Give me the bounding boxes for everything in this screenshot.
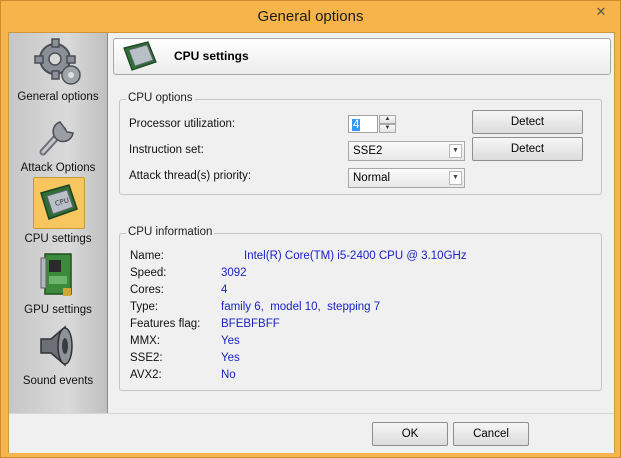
info-value-features-flag: BFEBFBFF — [221, 318, 280, 330]
spin-down-button[interactable]: ▼ — [379, 124, 396, 133]
cpu-information-group: CPU information Name: Intel(R) Core(TM) … — [119, 226, 602, 391]
sidebar-item-cpu-settings[interactable]: CPU CPU settings — [9, 177, 107, 248]
sidebar-item-sound-events[interactable]: Sound events — [9, 319, 107, 390]
cpu-icon — [123, 41, 157, 71]
close-button[interactable]: ✕ — [584, 2, 618, 22]
section-header: CPU settings — [113, 38, 611, 75]
title-bar[interactable]: General options ✕ — [1, 1, 620, 32]
info-label-type: Type: — [130, 301, 159, 313]
info-value-cores: 4 — [221, 284, 228, 296]
info-value-mmx: Yes — [221, 335, 240, 347]
info-value-type: family 6, model 10, stepping 7 — [221, 301, 381, 313]
sidebar-item-general-options[interactable]: General options — [9, 35, 107, 106]
wrench-icon — [39, 121, 74, 156]
sidebar-item-label: Sound events — [22, 375, 94, 387]
info-label-features-flag: Features flag: — [130, 318, 201, 330]
info-label-cores: Cores: — [130, 284, 164, 296]
detect-instruction-set-button[interactable]: Detect — [472, 137, 583, 161]
info-value-name: Intel(R) Core(TM) i5-2400 CPU @ 3.10GHz — [244, 250, 467, 262]
cpu-icon: CPU — [40, 184, 78, 220]
sidebar-item-label: Attack Options — [20, 162, 96, 174]
thread-priority-value: Normal — [353, 172, 391, 184]
info-label-speed: Speed: — [130, 267, 167, 279]
options-window: General options ✕ General options Attack… — [0, 0, 621, 458]
cpu-options-group: CPU options Processor utilization: 4 ▲ ▼… — [119, 92, 602, 195]
ok-button[interactable]: OK — [372, 422, 448, 446]
cancel-button[interactable]: Cancel — [453, 422, 529, 446]
sidebar-item-label: CPU settings — [24, 233, 92, 245]
group-legend: CPU information — [126, 226, 215, 238]
gpu-card-icon — [40, 253, 72, 296]
processor-utilization-value: 4 — [352, 119, 361, 131]
processor-utilization-label: Processor utilization: — [129, 118, 236, 130]
sidebar-item-attack-options[interactable]: Attack Options — [9, 106, 107, 177]
speaker-icon — [40, 325, 73, 367]
processor-utilization-stepper[interactable]: ▲ ▼ — [379, 115, 396, 133]
info-label-name: Name: — [130, 250, 164, 262]
info-value-avx2: No — [221, 369, 236, 381]
thread-priority-select[interactable]: Normal ▼ — [348, 168, 465, 188]
info-value-sse2: Yes — [221, 352, 240, 364]
sidebar-item-label: GPU settings — [24, 304, 92, 316]
instruction-set-value: SSE2 — [353, 145, 383, 157]
thread-priority-label: Attack thread(s) priority: — [129, 170, 252, 182]
chevron-down-icon: ▼ — [449, 144, 462, 158]
dialog-client-area: General options Attack Options CPU CPU s… — [8, 32, 615, 453]
sidebar: General options Attack Options CPU CPU s… — [9, 33, 108, 413]
info-label-avx2: AVX2: — [130, 369, 162, 381]
group-legend: CPU options — [126, 92, 195, 104]
instruction-set-label: Instruction set: — [129, 144, 204, 156]
info-value-speed: 3092 — [221, 267, 247, 279]
instruction-set-select[interactable]: SSE2 ▼ — [348, 141, 465, 161]
info-label-mmx: MMX: — [130, 335, 161, 347]
info-label-sse2: SSE2: — [130, 352, 163, 364]
dialog-footer: OK Cancel — [9, 413, 614, 453]
chevron-down-icon: ▼ — [449, 171, 462, 185]
section-title: CPU settings — [174, 49, 249, 63]
sidebar-item-gpu-settings[interactable]: GPU settings — [9, 248, 107, 319]
sidebar-item-label: General options — [17, 91, 99, 103]
spin-up-button[interactable]: ▲ — [379, 115, 396, 124]
processor-utilization-input[interactable]: 4 — [348, 115, 378, 133]
gear-icon — [34, 38, 81, 85]
window-title: General options — [257, 8, 364, 25]
detect-utilization-button[interactable]: Detect — [472, 110, 583, 134]
content-panel: CPU settings CPU options Processor utili… — [107, 33, 614, 413]
